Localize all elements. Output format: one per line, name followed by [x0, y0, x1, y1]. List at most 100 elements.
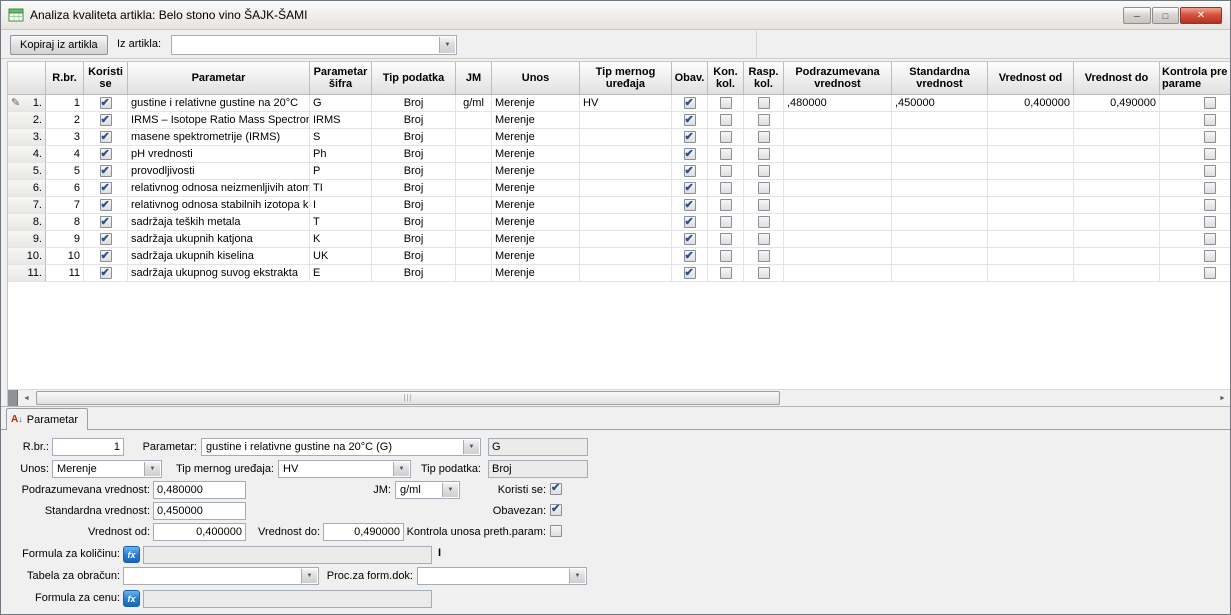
row-selector[interactable]: ✎ 3.: [8, 129, 46, 146]
cell-kontrola-preth-param[interactable]: [1160, 231, 1231, 248]
checkbox-icon[interactable]: [684, 148, 696, 160]
cell-obav[interactable]: [672, 197, 708, 214]
checkbox-icon[interactable]: [100, 250, 112, 262]
checkbox-icon[interactable]: [100, 131, 112, 143]
cell-standardna[interactable]: [892, 146, 988, 163]
table-row[interactable]: ✎ 1. 1 gustine i relativne gustine na 20…: [8, 95, 1231, 112]
checkbox-icon[interactable]: [684, 97, 696, 109]
cell-tip-mernog-uredjaja[interactable]: [580, 129, 672, 146]
cell-tip-mernog-uredjaja[interactable]: [580, 163, 672, 180]
cell-rasp-kol[interactable]: [744, 265, 784, 282]
cell-tip-mernog-uredjaja[interactable]: [580, 214, 672, 231]
cell-rbr[interactable]: 7: [46, 197, 84, 214]
obavezan-checkbox[interactable]: [550, 504, 562, 516]
cell-podrazumevana[interactable]: [784, 197, 892, 214]
cell-rbr[interactable]: 1: [46, 95, 84, 112]
cell-parametar-sifra[interactable]: IRMS: [310, 112, 372, 129]
header-kontrola-preth-param[interactable]: Kontrola pre parame: [1160, 62, 1231, 95]
cell-jm[interactable]: [456, 214, 492, 231]
header-rasp-kol[interactable]: Rasp. kol.: [744, 62, 784, 95]
row-selector[interactable]: ✎ 9.: [8, 231, 46, 248]
table-row[interactable]: ✎ 7. 7 relativnog odnosa stabilnih izoto…: [8, 197, 1231, 214]
cell-tip-mernog-uredjaja[interactable]: [580, 146, 672, 163]
cell-vrednost-od[interactable]: [988, 197, 1074, 214]
cell-parametar-sifra[interactable]: E: [310, 265, 372, 282]
rbr-input[interactable]: [52, 438, 124, 456]
cell-kon-kol[interactable]: [708, 180, 744, 197]
checkbox-icon[interactable]: [758, 182, 770, 194]
cell-kontrola-preth-param[interactable]: [1160, 95, 1231, 112]
cell-unos[interactable]: Merenje: [492, 112, 580, 129]
scroll-right-icon[interactable]: ►: [1214, 390, 1231, 406]
table-row[interactable]: ✎ 9. 9 sadržaja ukupnih katjona K Broj M…: [8, 231, 1231, 248]
cell-vrednost-do[interactable]: [1074, 248, 1160, 265]
row-selector[interactable]: ✎ 5.: [8, 163, 46, 180]
cell-unos[interactable]: Merenje: [492, 163, 580, 180]
table-row[interactable]: ✎ 6. 6 relativnog odnosa neizmenljivih a…: [8, 180, 1231, 197]
cell-standardna[interactable]: [892, 163, 988, 180]
checkbox-icon[interactable]: [684, 267, 696, 279]
cell-koristi-se[interactable]: [84, 231, 128, 248]
cell-vrednost-do[interactable]: 0,490000: [1074, 95, 1160, 112]
header-obav[interactable]: Obav.: [672, 62, 708, 95]
checkbox-icon[interactable]: [100, 114, 112, 126]
cell-parametar-sifra[interactable]: Ph: [310, 146, 372, 163]
cell-jm[interactable]: [456, 146, 492, 163]
cell-tip-podatka[interactable]: Broj: [372, 265, 456, 282]
table-row[interactable]: ✎ 2. 2 IRMS – Isotope Ratio Mass Spectro…: [8, 112, 1231, 129]
checkbox-icon[interactable]: [758, 199, 770, 211]
cell-podrazumevana[interactable]: ,480000: [784, 95, 892, 112]
cell-standardna[interactable]: [892, 112, 988, 129]
checkbox-icon[interactable]: [758, 216, 770, 228]
cell-kon-kol[interactable]: [708, 129, 744, 146]
checkbox-icon[interactable]: [1204, 199, 1216, 211]
chevron-down-icon[interactable]: ▼: [442, 483, 458, 497]
checkbox-icon[interactable]: [1204, 131, 1216, 143]
cell-rasp-kol[interactable]: [744, 197, 784, 214]
cell-obav[interactable]: [672, 146, 708, 163]
cell-vrednost-od[interactable]: [988, 180, 1074, 197]
checkbox-icon[interactable]: [758, 148, 770, 160]
vrednost-od-input[interactable]: [153, 523, 246, 541]
cell-tip-podatka[interactable]: Broj: [372, 95, 456, 112]
cell-tip-mernog-uredjaja[interactable]: [580, 265, 672, 282]
cell-vrednost-od[interactable]: [988, 231, 1074, 248]
checkbox-icon[interactable]: [720, 267, 732, 279]
cell-rasp-kol[interactable]: [744, 180, 784, 197]
cell-parametar-sifra[interactable]: K: [310, 231, 372, 248]
cell-parametar[interactable]: sadržaja ukupnih katjona: [128, 231, 310, 248]
cell-vrednost-od[interactable]: [988, 146, 1074, 163]
checkbox-icon[interactable]: [684, 165, 696, 177]
cell-koristi-se[interactable]: [84, 248, 128, 265]
cell-parametar-sifra[interactable]: S: [310, 129, 372, 146]
cell-unos[interactable]: Merenje: [492, 231, 580, 248]
cell-obav[interactable]: [672, 214, 708, 231]
checkbox-icon[interactable]: [1204, 97, 1216, 109]
checkbox-icon[interactable]: [758, 114, 770, 126]
cell-jm[interactable]: [456, 197, 492, 214]
cell-tip-podatka[interactable]: Broj: [372, 248, 456, 265]
checkbox-icon[interactable]: [720, 131, 732, 143]
table-row[interactable]: ✎ 3. 3 masene spektrometrije (IRMS) S Br…: [8, 129, 1231, 146]
cell-kon-kol[interactable]: [708, 95, 744, 112]
table-row[interactable]: ✎ 11. 11 sadržaja ukupnog suvog ekstrakt…: [8, 265, 1231, 282]
cell-tip-podatka[interactable]: Broj: [372, 180, 456, 197]
cell-standardna[interactable]: [892, 248, 988, 265]
cell-parametar[interactable]: gustine i relativne gustine na 20°C: [128, 95, 310, 112]
checkbox-icon[interactable]: [720, 114, 732, 126]
cell-tip-podatka[interactable]: Broj: [372, 163, 456, 180]
checkbox-icon[interactable]: [1204, 233, 1216, 245]
checkbox-icon[interactable]: [684, 250, 696, 262]
header-jm[interactable]: JM: [456, 62, 492, 95]
jm-combobox[interactable]: g/ml ▼: [395, 481, 460, 499]
checkbox-icon[interactable]: [684, 199, 696, 211]
checkbox-icon[interactable]: [100, 148, 112, 160]
cell-parametar[interactable]: masene spektrometrije (IRMS): [128, 129, 310, 146]
cell-standardna[interactable]: [892, 129, 988, 146]
cell-kon-kol[interactable]: [708, 231, 744, 248]
cell-podrazumevana[interactable]: [784, 129, 892, 146]
cell-tip-mernog-uredjaja[interactable]: [580, 231, 672, 248]
cell-obav[interactable]: [672, 265, 708, 282]
cell-vrednost-do[interactable]: [1074, 180, 1160, 197]
header-tip-mernog-uredjaja[interactable]: Tip mernog uređaja: [580, 62, 672, 95]
